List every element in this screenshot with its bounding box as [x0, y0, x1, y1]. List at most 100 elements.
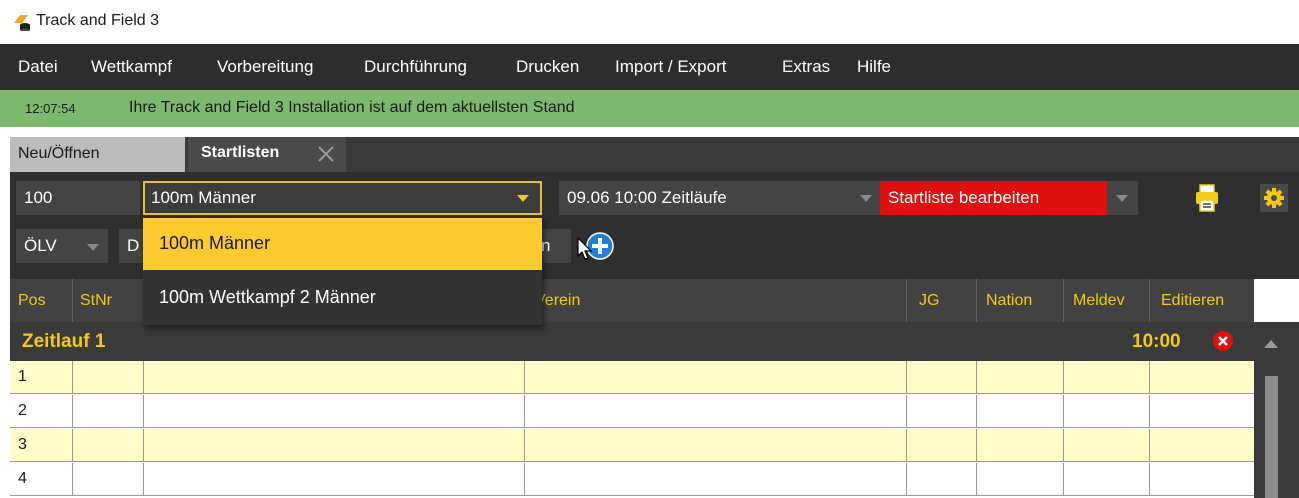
cell-border: [906, 395, 907, 428]
tab-strip: Neu/Öffnen Startlisten: [0, 127, 1299, 172]
cell-border: [143, 429, 144, 462]
list-status-value: Startliste bearbeiten: [888, 188, 1040, 207]
menu-durchfuehrung[interactable]: Durchführung: [364, 57, 467, 77]
table-row[interactable]: 2: [10, 395, 1254, 428]
column-header-jg[interactable]: JG: [919, 292, 939, 310]
tab-startlisten[interactable]: Startlisten: [188, 137, 346, 172]
printer-icon[interactable]: [1195, 184, 1219, 212]
event-number-value: 100: [24, 188, 53, 207]
status-time: 12:07:54: [25, 101, 76, 116]
mouse-cursor-icon: [577, 237, 593, 260]
tab-label: Neu/Öffnen: [18, 145, 100, 162]
vertical-scrollbar[interactable]: [1254, 322, 1299, 498]
dropdown-option-label: 100m Männer: [159, 233, 271, 253]
cell-border: [976, 395, 977, 428]
cell-border: [1149, 361, 1150, 394]
chevron-down-icon[interactable]: [1116, 195, 1128, 202]
menu-bar: Datei Wettkampf Vorbereitung Durchführun…: [0, 44, 1299, 90]
column-separator: [1149, 279, 1150, 322]
event-select[interactable]: 100m Männer: [143, 181, 542, 215]
menu-datei[interactable]: Datei: [18, 57, 58, 77]
federation-select[interactable]: ÖLV: [16, 229, 108, 263]
dropdown-option[interactable]: 100m Wettkampf 2 Männer: [143, 272, 542, 324]
chevron-down-icon[interactable]: [87, 244, 99, 251]
settings-button[interactable]: [1260, 184, 1288, 212]
cell-border: [976, 429, 977, 462]
column-header-editieren[interactable]: Editieren: [1161, 292, 1224, 310]
dropdown-option-label: 100m Wettkampf 2 Männer: [159, 287, 376, 307]
column-separator: [976, 279, 977, 322]
column-header-pos[interactable]: Pos: [18, 292, 46, 310]
federation-value: ÖLV: [24, 236, 57, 255]
scroll-up-arrow-icon[interactable]: [1264, 340, 1278, 348]
menu-hilfe[interactable]: Hilfe: [857, 57, 891, 77]
chevron-down-icon[interactable]: [517, 195, 529, 202]
column-header-stnr[interactable]: StNr: [80, 292, 112, 310]
row-position: 2: [18, 402, 27, 419]
cell-border: [72, 395, 73, 428]
cell-border: [143, 361, 144, 394]
list-status-select[interactable]: Startliste bearbeiten: [880, 181, 1138, 215]
cell-border: [524, 429, 525, 462]
cell-border: [72, 429, 73, 462]
discipline-filter-suffix: n: [541, 236, 551, 255]
cell-border: [524, 395, 525, 428]
close-icon[interactable]: [317, 145, 335, 163]
cell-border: [524, 463, 525, 496]
chevron-down-icon[interactable]: [860, 195, 872, 202]
cell-border: [72, 361, 73, 394]
cell-border: [1149, 463, 1150, 496]
tab-neu-oeffnen[interactable]: Neu/Öffnen: [10, 137, 185, 172]
cell-border: [143, 463, 144, 496]
event-dropdown-list: 100m Männer 100m Wettkampf 2 Männer: [143, 218, 542, 325]
discipline-filter-prefix: D: [127, 236, 140, 255]
cell-border: [906, 463, 907, 496]
event-number-field[interactable]: 100: [16, 181, 140, 215]
cell-border: [1149, 395, 1150, 428]
cell-border: [1063, 463, 1064, 496]
heat-group-row: Zeitlauf 1 10:00: [10, 322, 1254, 361]
tab-label: Startlisten: [201, 144, 280, 161]
delete-icon[interactable]: [1212, 330, 1234, 352]
row-position: 1: [18, 368, 27, 385]
column-header-meldev[interactable]: Meldev: [1073, 292, 1125, 310]
scrollbar-thumb[interactable]: [1265, 376, 1278, 498]
column-separator: [72, 279, 73, 322]
row-position: 4: [18, 470, 27, 487]
window-title: Track and Field 3: [36, 12, 160, 29]
menu-vorbereitung[interactable]: Vorbereitung: [217, 57, 313, 77]
cell-border: [1063, 429, 1064, 462]
dropdown-option[interactable]: 100m Männer: [143, 218, 542, 270]
heat-group-name: Zeitlauf 1: [22, 331, 106, 352]
heat-group-time: 10:00: [1132, 331, 1181, 352]
cell-border: [906, 429, 907, 462]
menu-import-export[interactable]: Import / Export: [615, 57, 726, 77]
status-message: Ihre Track and Field 3 Installation ist …: [129, 99, 575, 116]
column-separator: [1063, 279, 1064, 322]
cell-border: [906, 361, 907, 394]
table-row[interactable]: 3: [10, 429, 1254, 462]
row-position: 3: [18, 436, 27, 453]
status-bar: 12:07:54 Ihre Track and Field 3 Installa…: [0, 90, 1299, 127]
cell-border: [976, 463, 977, 496]
cell-border: [143, 395, 144, 428]
cell-border: [524, 361, 525, 394]
cell-border: [976, 361, 977, 394]
cell-border: [1149, 429, 1150, 462]
menu-extras[interactable]: Extras: [782, 57, 830, 77]
table-row[interactable]: 1: [10, 361, 1254, 394]
menu-drucken[interactable]: Drucken: [516, 57, 579, 77]
cell-border: [1063, 361, 1064, 394]
window-titlebar: Track and Field 3: [0, 0, 1299, 44]
column-separator: [906, 279, 907, 322]
table-row[interactable]: 4: [10, 463, 1254, 496]
cell-border: [1063, 395, 1064, 428]
heat-select[interactable]: 09.06 10:00 Zeitläufe: [559, 181, 884, 215]
event-select-value: 100m Männer: [151, 188, 256, 207]
gear-icon: [1264, 188, 1284, 208]
heat-select-value: 09.06 10:00 Zeitläufe: [567, 188, 727, 207]
app-logo-icon: [14, 15, 30, 31]
cell-border: [72, 463, 73, 496]
column-header-nation[interactable]: Nation: [986, 292, 1032, 310]
menu-wettkampf[interactable]: Wettkampf: [91, 57, 172, 77]
